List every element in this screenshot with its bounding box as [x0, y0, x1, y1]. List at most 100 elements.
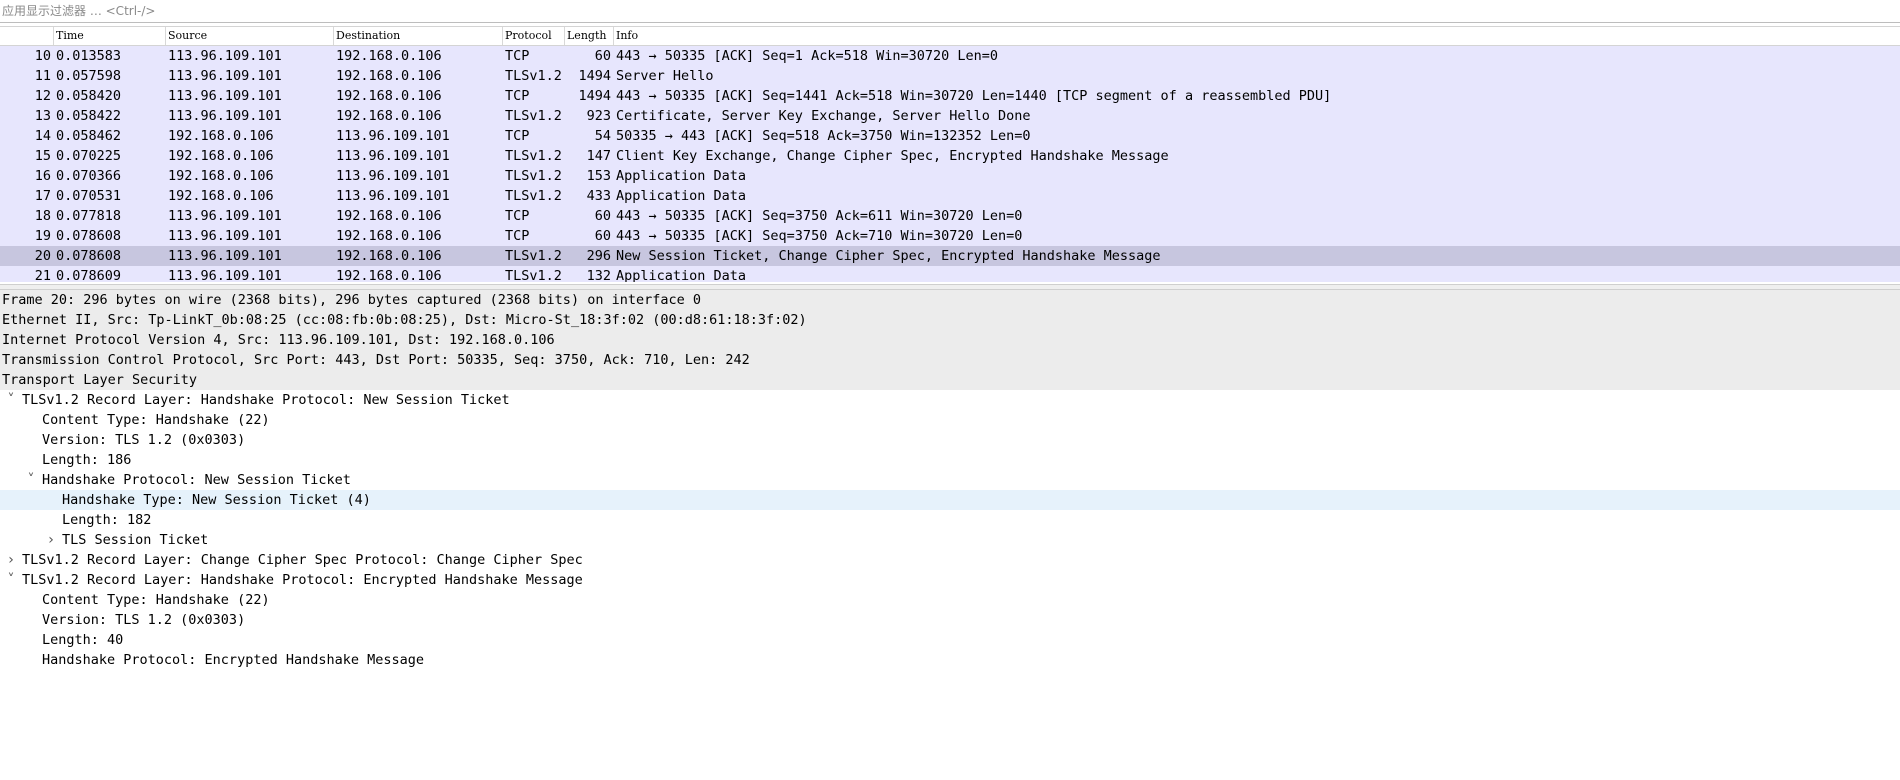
column-header-length[interactable]: Length: [565, 27, 614, 45]
packet-row[interactable]: 12 0.058420 113.96.109.101 192.168.0.106 TCP…: [0, 86, 1900, 106]
packet-time: 0.070531: [56, 188, 122, 204]
detail-tree-label: Frame 20: 296 bytes on wire (2368 bits),…: [2, 292, 701, 308]
packet-list-header: Time Source Destination Protocol Length …: [0, 26, 1900, 46]
packet-number: 16: [34, 168, 51, 184]
packet-row[interactable]: 18 0.077818 113.96.109.101 192.168.0.106 TCP…: [0, 206, 1900, 226]
packet-info: 443 → 50335 [ACK] Seq=1441 Ack=518 Win=3…: [616, 88, 1332, 104]
packet-source: 113.96.109.101: [168, 88, 282, 104]
packet-time: 0.058420: [56, 88, 122, 104]
packet-source: 113.96.109.101: [168, 68, 282, 84]
packet-info: Server Hello: [616, 68, 714, 84]
detail-tree-item[interactable]: ˅ TLSv1.2 Record Layer: Handshake Protoco…: [0, 390, 1900, 410]
packet-info: 443 → 50335 [ACK] Seq=3750 Ack=611 Win=3…: [616, 208, 1023, 224]
packet-protocol: TLSv1.2: [505, 148, 562, 164]
chevron-right-icon[interactable]: ›: [44, 530, 58, 550]
column-header-protocol[interactable]: Protocol: [503, 27, 565, 45]
column-header-time[interactable]: Time: [54, 27, 166, 45]
packet-row[interactable]: 16 0.070366 192.168.0.106 113.96.109.101 TLS…: [0, 166, 1900, 186]
detail-tree-label: Ethernet II, Src: Tp-LinkT_0b:08:25 (cc:…: [2, 312, 807, 328]
packet-length: 1494: [578, 68, 611, 84]
packet-number: 10: [34, 48, 51, 64]
packet-row[interactable]: 14 0.058462 192.168.0.106 113.96.109.101 TCP…: [0, 126, 1900, 146]
packet-row[interactable]: 15 0.070225 192.168.0.106 113.96.109.101 TLS…: [0, 146, 1900, 166]
column-header-info[interactable]: Info: [614, 27, 1900, 45]
detail-tree-item[interactable]: › TLS Session Ticket: [0, 530, 1900, 550]
chevron-down-icon[interactable]: ˅: [4, 390, 18, 410]
packet-source: 113.96.109.101: [168, 248, 282, 264]
packet-time: 0.058422: [56, 108, 122, 124]
packet-length: 1494: [578, 88, 611, 104]
packet-number: 14: [34, 128, 51, 144]
detail-tree-item[interactable]: Length: 186: [0, 450, 1900, 470]
packet-number: 15: [34, 148, 51, 164]
packet-protocol: TCP: [505, 128, 530, 144]
packet-time: 0.078609: [56, 268, 122, 282]
packet-info: Certificate, Server Key Exchange, Server…: [616, 108, 1031, 124]
packet-number: 21: [34, 268, 51, 282]
detail-tree-item[interactable]: ˅ TLSv1.2 Record Layer: Handshake Protoco…: [0, 570, 1900, 590]
detail-tree-item[interactable]: Content Type: Handshake (22): [0, 410, 1900, 430]
packet-row[interactable]: 13 0.058422 113.96.109.101 192.168.0.106 TLS…: [0, 106, 1900, 126]
detail-tree-label: Handshake Protocol: Encrypted Handshake …: [42, 652, 425, 668]
packet-length: 433: [586, 188, 611, 204]
packet-info: New Session Ticket, Change Cipher Spec, …: [616, 248, 1161, 264]
packet-length: 60: [594, 228, 611, 244]
detail-tree-item[interactable]: Transport Layer Security: [0, 370, 1900, 390]
packet-source: 113.96.109.101: [168, 228, 282, 244]
detail-tree-item[interactable]: Handshake Protocol: Encrypted Handshake …: [0, 650, 1900, 670]
detail-tree-item[interactable]: Frame 20: 296 bytes on wire (2368 bits),…: [0, 290, 1900, 310]
detail-tree-label: Version: TLS 1.2 (0x0303): [42, 432, 246, 448]
packet-time: 0.077818: [56, 208, 122, 224]
detail-tree-label: Length: 182: [62, 512, 152, 528]
chevron-right-icon[interactable]: ›: [4, 550, 18, 570]
chevron-down-icon[interactable]: ˅: [4, 570, 18, 590]
detail-tree-item[interactable]: Length: 40: [0, 630, 1900, 650]
detail-tree-item[interactable]: › TLSv1.2 Record Layer: Change Cipher Spe…: [0, 550, 1900, 570]
packet-length: 153: [586, 168, 611, 184]
detail-tree-item[interactable]: Ethernet II, Src: Tp-LinkT_0b:08:25 (cc:…: [0, 310, 1900, 330]
packet-length: 923: [586, 108, 611, 124]
packet-row[interactable]: 21 0.078609 113.96.109.101 192.168.0.106 TLS…: [0, 266, 1900, 282]
packet-list[interactable]: 10 0.013583 113.96.109.101 192.168.0.106 TCP…: [0, 46, 1900, 282]
packet-row[interactable]: 20 0.078608 113.96.109.101 192.168.0.106 TLS…: [0, 246, 1900, 266]
column-header-source[interactable]: Source: [166, 27, 334, 45]
packet-row[interactable]: 10 0.013583 113.96.109.101 192.168.0.106 TCP…: [0, 46, 1900, 66]
packet-time: 0.070366: [56, 168, 122, 184]
packet-protocol: TLSv1.2: [505, 68, 562, 84]
packet-destination: 192.168.0.106: [336, 68, 442, 84]
packet-number: 17: [34, 188, 51, 204]
detail-tree-item[interactable]: Content Type: Handshake (22): [0, 590, 1900, 610]
detail-tree-item[interactable]: ˅ Handshake Protocol: New Session Ticket: [0, 470, 1900, 490]
packet-row[interactable]: 19 0.078608 113.96.109.101 192.168.0.106 TCP…: [0, 226, 1900, 246]
detail-tree-label: TLSv1.2 Record Layer: Change Cipher Spec…: [22, 552, 583, 568]
detail-tree-label: Length: 40: [42, 632, 124, 648]
detail-tree-label: TLSv1.2 Record Layer: Handshake Protocol…: [22, 572, 583, 588]
packet-length: 60: [594, 48, 611, 64]
packet-destination: 192.168.0.106: [336, 268, 442, 282]
detail-tree-item[interactable]: Version: TLS 1.2 (0x0303): [0, 610, 1900, 630]
detail-tree-item[interactable]: Length: 182: [0, 510, 1900, 530]
packet-details-tree[interactable]: Frame 20: 296 bytes on wire (2368 bits),…: [0, 290, 1900, 780]
packet-source: 192.168.0.106: [168, 128, 274, 144]
detail-tree-item[interactable]: Version: TLS 1.2 (0x0303): [0, 430, 1900, 450]
detail-tree-label: TLSv1.2 Record Layer: Handshake Protocol…: [22, 392, 510, 408]
packet-source: 192.168.0.106: [168, 188, 274, 204]
column-header-destination[interactable]: Destination: [334, 27, 503, 45]
detail-tree-label: Transport Layer Security: [2, 372, 198, 388]
packet-info: Application Data: [616, 188, 747, 204]
packet-row[interactable]: 11 0.057598 113.96.109.101 192.168.0.106 TLS…: [0, 66, 1900, 86]
column-header-no[interactable]: [0, 27, 54, 45]
display-filter-input[interactable]: [0, 0, 1900, 21]
packet-number: 18: [34, 208, 51, 224]
chevron-down-icon[interactable]: ˅: [24, 470, 38, 490]
detail-tree-item[interactable]: Handshake Type: New Session Ticket (4): [0, 490, 1900, 510]
detail-tree-item[interactable]: Transmission Control Protocol, Src Port:…: [0, 350, 1900, 370]
packet-source: 192.168.0.106: [168, 148, 274, 164]
packet-protocol: TLSv1.2: [505, 268, 562, 282]
packet-row[interactable]: 17 0.070531 192.168.0.106 113.96.109.101 TLS…: [0, 186, 1900, 206]
packet-time: 0.057598: [56, 68, 122, 84]
detail-tree-label: Content Type: Handshake (22): [42, 592, 270, 608]
detail-tree-item[interactable]: Internet Protocol Version 4, Src: 113.96…: [0, 330, 1900, 350]
packet-protocol: TCP: [505, 48, 530, 64]
packet-destination: 113.96.109.101: [336, 148, 450, 164]
